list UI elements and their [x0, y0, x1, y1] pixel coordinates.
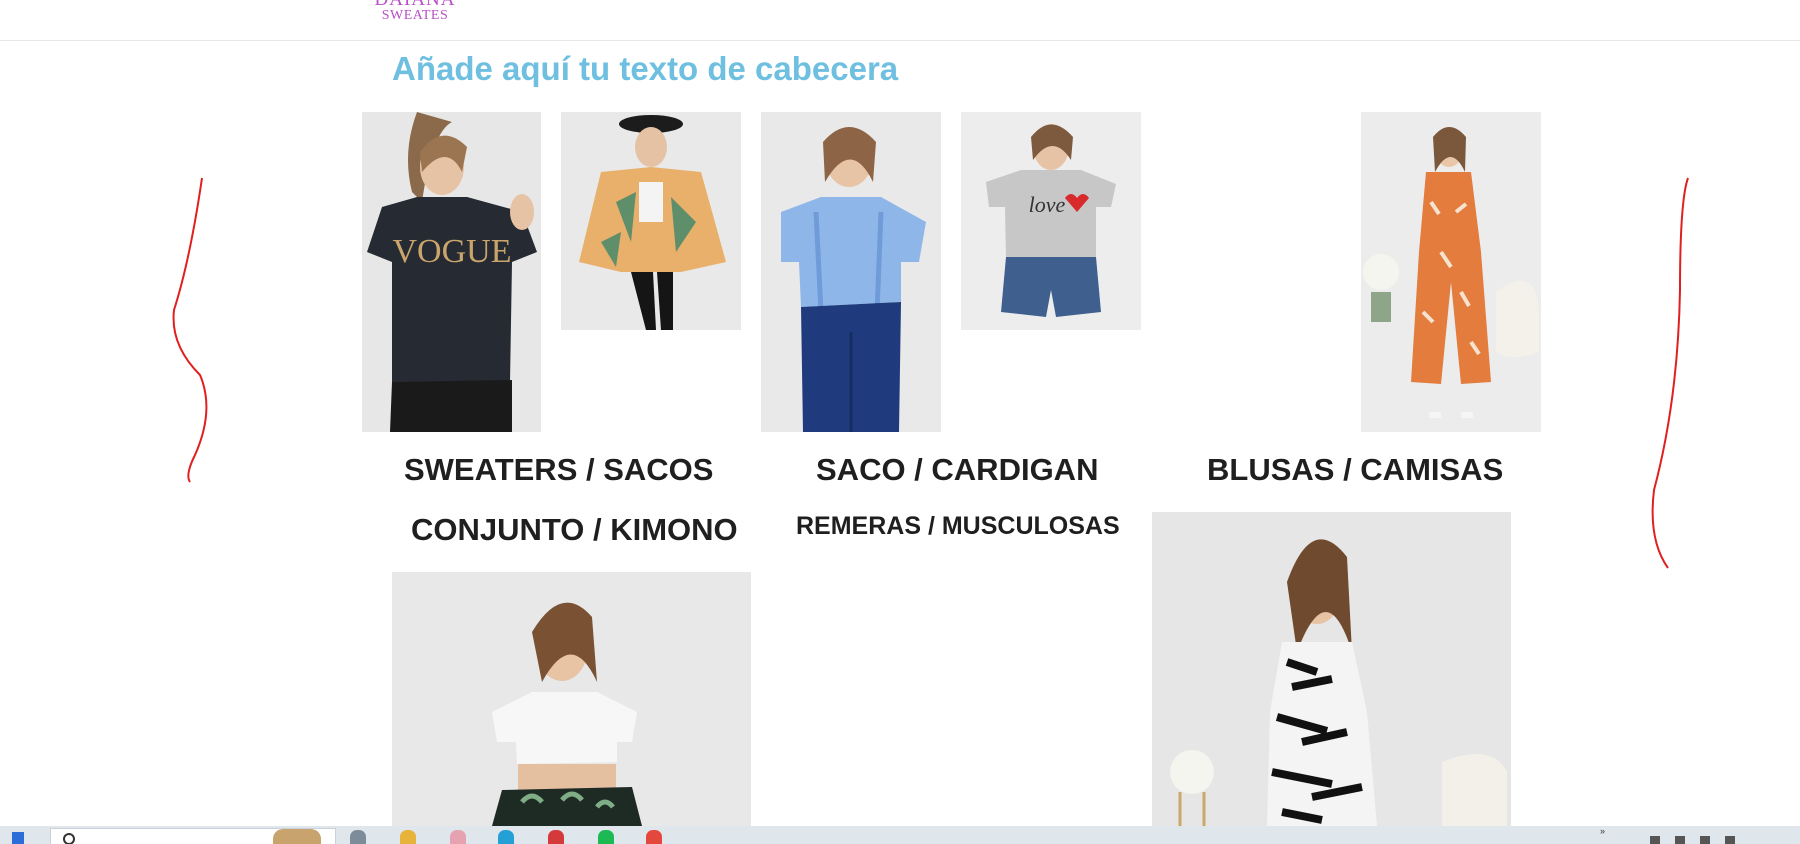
- edge-browser-icon[interactable]: [498, 830, 514, 844]
- category-saco-cardigan[interactable]: SACO / CARDIGAN: [816, 452, 1098, 488]
- brand-logo[interactable]: DAIANA SWEATES: [360, 0, 470, 24]
- network-icon[interactable]: [1650, 836, 1660, 844]
- photo-blue-ruffle-blouse[interactable]: [761, 112, 941, 432]
- category-sweaters-sacos[interactable]: SWEATERS / SACOS: [404, 452, 713, 488]
- battery-icon[interactable]: [1700, 836, 1710, 844]
- photo-black-vogue-tee[interactable]: VOGUE: [362, 112, 541, 432]
- photo-orange-jumpsuit[interactable]: [1361, 112, 1541, 432]
- task-view-icon[interactable]: [350, 830, 366, 844]
- photo-floral-kimono[interactable]: [561, 112, 741, 330]
- tee-print-text: love: [1029, 192, 1066, 217]
- windows-start-icon[interactable]: [12, 832, 24, 844]
- search-icon: [63, 833, 75, 844]
- app-icon[interactable]: [450, 830, 466, 844]
- system-tray: [1640, 834, 1800, 844]
- site-header: DAIANA SWEATES: [0, 0, 1800, 41]
- category-remeras-musculosas[interactable]: REMERAS / MUSCULOSAS: [796, 512, 1120, 541]
- chrome-browser-icon[interactable]: [646, 830, 662, 844]
- logo-line-2: SWEATES: [381, 8, 449, 23]
- search-highlight-icon: [273, 829, 321, 844]
- store-icon[interactable]: [548, 830, 564, 844]
- category-blusas-camisas[interactable]: BLUSAS / CAMISAS: [1207, 452, 1503, 488]
- red-annotation-left: [172, 177, 208, 483]
- photo-white-crop-top[interactable]: [392, 572, 751, 826]
- photo-zebra-dress[interactable]: [1152, 512, 1511, 826]
- tee-print-text: VOGUE: [393, 233, 512, 270]
- file-explorer-icon[interactable]: [400, 830, 416, 844]
- taskbar-search-box[interactable]: [50, 828, 336, 844]
- notification-icon[interactable]: [1725, 836, 1735, 844]
- volume-icon[interactable]: [1675, 836, 1685, 844]
- os-taskbar: »: [0, 826, 1800, 844]
- page-headline: Añade aquí tu texto de cabecera: [392, 50, 899, 87]
- spotify-icon[interactable]: [598, 830, 614, 844]
- tray-overflow-icon[interactable]: »: [1600, 826, 1610, 836]
- photo-grey-love-tee[interactable]: love: [961, 112, 1141, 330]
- category-conjunto-kimono[interactable]: CONJUNTO / KIMONO: [411, 512, 738, 548]
- red-annotation-right: [1651, 177, 1689, 569]
